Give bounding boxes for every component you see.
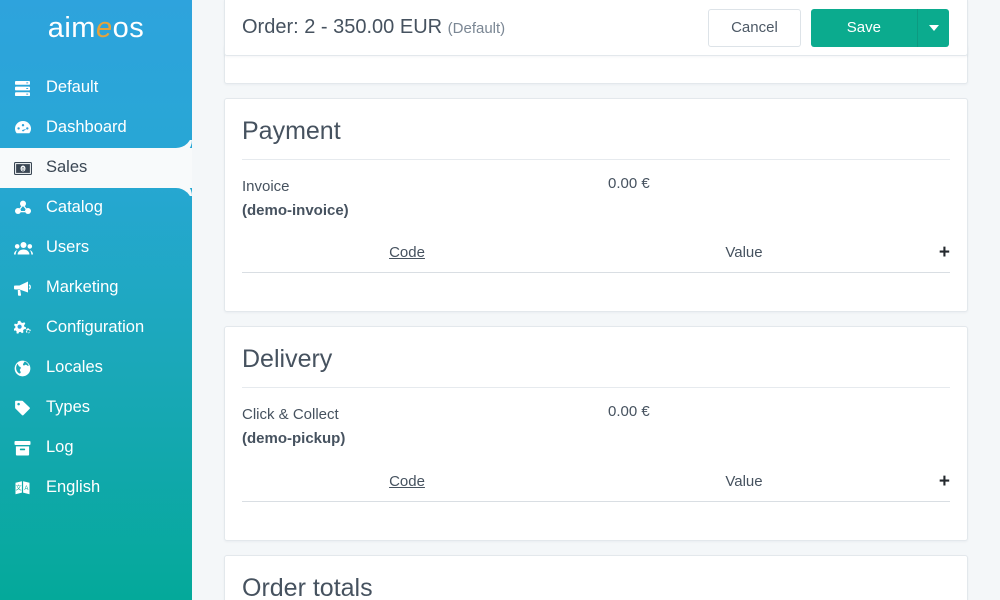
payment-service-code: (demo-invoice): [242, 201, 349, 219]
payment-title: Payment: [242, 99, 950, 160]
header-actions: Cancel Save: [708, 8, 949, 47]
card-order-totals: Order totals: [224, 554, 968, 600]
delivery-col-code: Code: [242, 473, 572, 490]
tag-icon: [14, 400, 38, 416]
sidebar-item-label: Default: [46, 78, 99, 97]
chevron-down-icon: [928, 24, 939, 31]
header-bar: Order: 2 - 350.00 EUR (Default) Cancel S…: [224, 0, 968, 56]
sidebar-item-label: Configuration: [46, 318, 145, 337]
card-payment: Payment Invoice (demo-invoice) 0.00 € Code Va…: [224, 98, 968, 313]
sidebar-item-locales[interactable]: Locales: [0, 348, 192, 388]
delivery-service-code: (demo-pickup): [242, 430, 346, 448]
payment-add-attribute-button[interactable]: +: [916, 243, 950, 262]
svg-text:文: 文: [16, 484, 22, 492]
globe-icon: [14, 360, 38, 377]
sidebar-item-types[interactable]: Types: [0, 388, 192, 428]
server-icon: [14, 80, 38, 96]
payment-col-value: Value: [725, 244, 763, 262]
sidebar-item-marketing[interactable]: Marketing: [0, 268, 192, 308]
archive-icon: [14, 440, 38, 456]
sidebar-item-label: Dashboard: [46, 118, 127, 137]
payment-service-name: Invoice: [242, 178, 290, 195]
sidebar-item-label: Sales: [46, 158, 88, 177]
card-delivery: Delivery Click & Collect (demo-pickup) 0.00…: [224, 326, 968, 541]
sidebar-item-label: English: [46, 478, 101, 497]
delivery-attribute-header-row: Code Value +: [242, 472, 950, 502]
cubes-icon: [14, 200, 38, 216]
order-totals-title: Order totals: [242, 573, 373, 600]
payment-attribute-table: Code Value +: [242, 243, 950, 295]
users-icon: [14, 241, 38, 256]
brand-logo-prefix: aim: [47, 11, 96, 44]
payment-attribute-header-row: Code Value +: [242, 243, 950, 274]
delivery-service-row: Click & Collect (demo-pickup) 0.00 €: [242, 388, 950, 450]
sidebar-nav: Default Dashboard 0 Sales Catalog Users Market…: [0, 68, 192, 508]
sidebar-item-sales[interactable]: 0 Sales: [0, 148, 192, 188]
page-title-main: Order: 2 - 350.00 EUR: [242, 16, 443, 38]
money-bill-icon: 0: [14, 161, 38, 175]
sidebar-item-users[interactable]: Users: [0, 228, 192, 268]
sidebar-item-label: Locales: [46, 358, 103, 377]
sidebar-item-dashboard[interactable]: Dashboard: [0, 108, 192, 148]
delivery-title: Delivery: [242, 327, 950, 389]
delivery-add-attribute-button[interactable]: +: [916, 472, 950, 491]
svg-text:A: A: [24, 486, 28, 492]
brand-logo-suffix: os: [112, 11, 145, 44]
delivery-service-name: Click & Collect: [242, 406, 339, 424]
bullhorn-icon: [14, 280, 38, 296]
delivery-attribute-table: Code Value +: [242, 472, 950, 524]
sidebar-item-default[interactable]: Default: [0, 68, 192, 108]
sidebar-item-label: Marketing: [46, 278, 119, 297]
payment-col-code-link[interactable]: Code: [389, 244, 425, 261]
sidebar-item-label: Users: [46, 238, 90, 257]
gauge-icon: [14, 120, 38, 136]
brand-logo[interactable]: aim e os: [0, 0, 192, 56]
scroll-body[interactable]: Payment Invoice (demo-invoice) 0.00 € Code Va…: [192, 0, 1000, 600]
delivery-service-name-block: Click & Collect (demo-pickup): [242, 403, 608, 450]
language-icon: 文A: [14, 480, 38, 496]
sidebar-item-configuration[interactable]: Configuration: [0, 308, 192, 348]
svg-text:0: 0: [22, 167, 25, 173]
delivery-attribute-body: [242, 502, 950, 524]
delivery-col-value: Value: [725, 472, 763, 490]
save-dropdown-toggle[interactable]: [917, 8, 949, 47]
payment-service-name-block: Invoice (demo-invoice): [242, 175, 608, 222]
sidebar: aim e os Default Dashboard 0 Sales Catalog User…: [0, 0, 192, 600]
sections-host: Payment Invoice (demo-invoice) 0.00 € Code Va…: [224, 98, 968, 541]
save-button[interactable]: Save: [810, 8, 917, 47]
page-title-suffix: (Default): [447, 20, 506, 37]
save-button-group: Save: [810, 8, 949, 47]
payment-attribute-body: [242, 273, 950, 295]
sidebar-item-label: Types: [46, 398, 91, 417]
content-area: Payment Invoice (demo-invoice) 0.00 € Code Va…: [192, 0, 1000, 600]
sidebar-item-log[interactable]: Log: [0, 428, 192, 468]
delivery-service-price: 0.00 €: [608, 403, 650, 421]
page-title: Order: 2 - 350.00 EUR (Default): [242, 16, 505, 39]
payment-service-price: 0.00 €: [608, 175, 650, 192]
brand-logo-accent: e: [95, 11, 113, 44]
sidebar-item-label: Catalog: [46, 198, 103, 217]
payment-col-code: Code: [242, 244, 572, 261]
app-root: aim e os Default Dashboard 0 Sales Catalog User…: [0, 0, 1000, 600]
payment-service-row: Invoice (demo-invoice) 0.00 €: [242, 160, 950, 222]
sidebar-item-english[interactable]: 文 A English: [0, 468, 192, 508]
cogs-icon: [14, 320, 38, 336]
sidebar-item-catalog[interactable]: Catalog: [0, 188, 192, 228]
sidebar-item-label: Log: [46, 438, 74, 457]
cancel-button[interactable]: Cancel: [708, 8, 801, 47]
delivery-col-code-link[interactable]: Code: [389, 473, 425, 490]
